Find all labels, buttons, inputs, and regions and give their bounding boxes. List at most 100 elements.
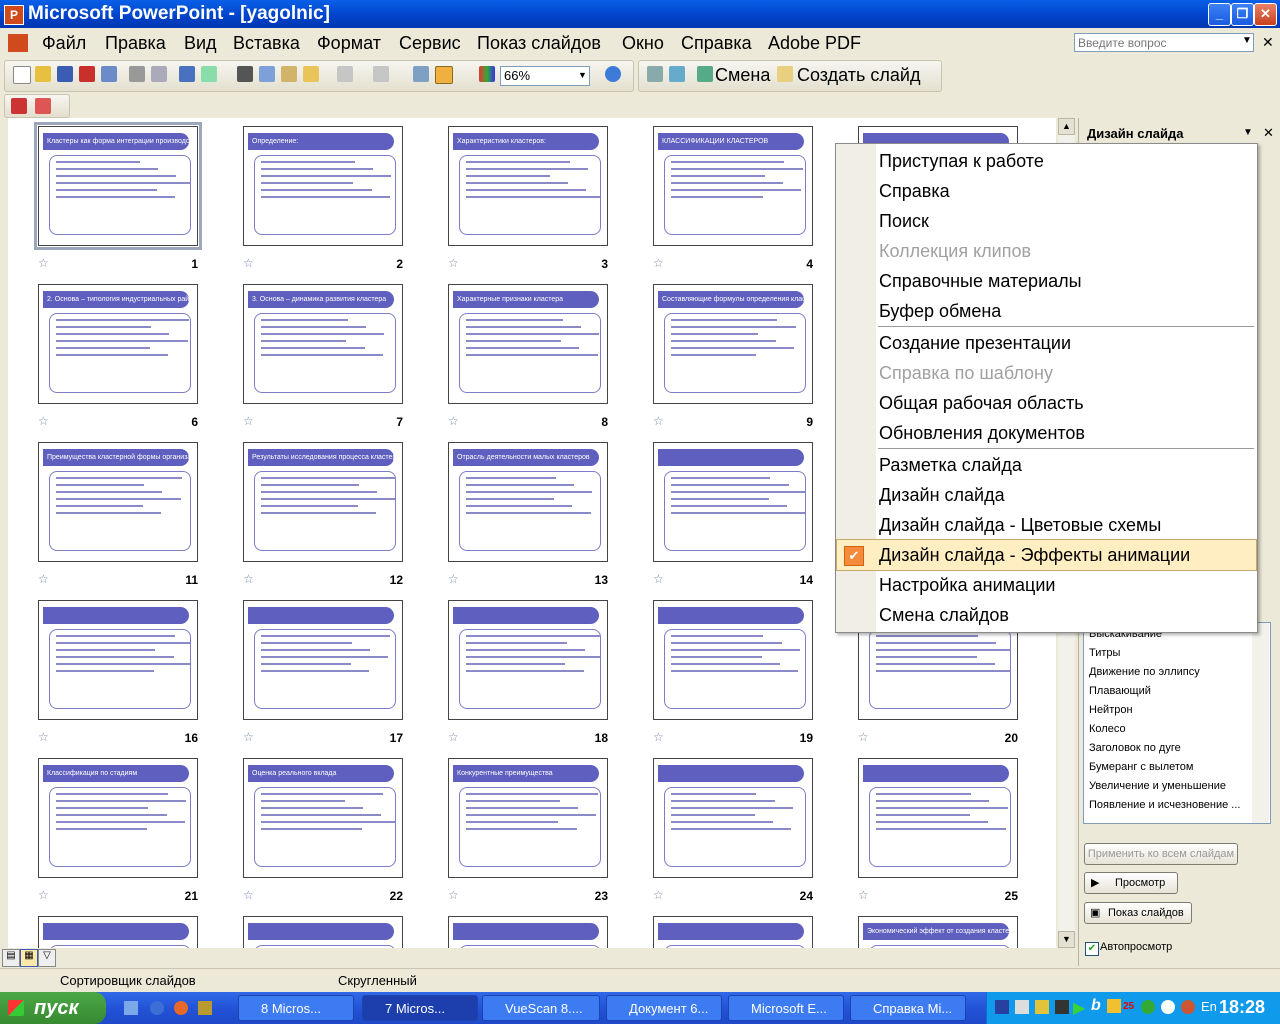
slide-transition-icon[interactable]: ☆: [653, 572, 664, 586]
effect-item[interactable]: Движение по эллипсу: [1089, 666, 1200, 678]
menu-format[interactable]: Формат: [317, 33, 381, 54]
slide-thumbnail[interactable]: Отрасль деятельности малых кластеров: [448, 442, 608, 562]
menu-item-11[interactable]: Разметка слайда: [837, 450, 1256, 480]
effect-item[interactable]: Появление и исчезновение ...: [1089, 799, 1240, 811]
ask-question-input[interactable]: Введите вопрос: [1074, 33, 1254, 52]
slide-thumbnail[interactable]: [243, 916, 403, 948]
menu-item-12[interactable]: Дизайн слайда: [837, 480, 1256, 510]
effect-item[interactable]: Увеличение и уменьшение: [1089, 780, 1226, 792]
scroll-up-button[interactable]: ▲: [1058, 118, 1075, 135]
menu-item-1[interactable]: Приступая к работе: [837, 146, 1256, 176]
redo-icon[interactable]: [373, 66, 389, 82]
menu-slideshow[interactable]: Показ слайдов: [477, 33, 601, 54]
antivirus-icon[interactable]: [1181, 1000, 1195, 1014]
research-icon[interactable]: [201, 66, 217, 82]
task-excel[interactable]: Microsoft E...: [728, 995, 844, 1021]
task-document[interactable]: Документ 6...: [606, 995, 722, 1021]
document-icon[interactable]: [8, 34, 28, 52]
task-vuescan[interactable]: VueScan 8....: [482, 995, 600, 1021]
slide-thumbnail[interactable]: Преимущества кластерной формы организаци…: [38, 442, 198, 562]
menu-insert[interactable]: Вставка: [233, 33, 300, 54]
hide-slide-icon[interactable]: [647, 66, 663, 82]
slide-thumbnail[interactable]: [38, 600, 198, 720]
slide-transition-icon[interactable]: ☆: [38, 730, 49, 744]
slide-thumbnail[interactable]: [38, 916, 198, 948]
slide-transition-icon[interactable]: ☆: [448, 414, 459, 428]
slide-transition-icon[interactable]: ☆: [653, 730, 664, 744]
show-formatting-icon[interactable]: [435, 66, 453, 84]
slide-transition-icon[interactable]: ☆: [38, 256, 49, 270]
security-icon[interactable]: [1107, 999, 1121, 1013]
effect-item[interactable]: Бумеранг с вылетом: [1089, 761, 1193, 773]
menu-item-3[interactable]: Поиск: [837, 206, 1256, 236]
menu-item-7[interactable]: Создание презентации: [837, 328, 1256, 358]
effect-item[interactable]: Заголовок по дуге: [1089, 742, 1181, 754]
slide-thumbnail[interactable]: [653, 758, 813, 878]
slide-thumbnail[interactable]: Кластеры как форма интеграции производст…: [34, 122, 202, 250]
minimize-button[interactable]: _: [1208, 3, 1231, 26]
slide-thumbnail[interactable]: 2. Основа – типология индустриальных рай…: [38, 284, 198, 404]
slide-thumbnail[interactable]: [448, 600, 608, 720]
slide-thumbnail[interactable]: Характерные признаки кластера: [448, 284, 608, 404]
task-powerpoint[interactable]: 7 Micros...: [362, 995, 478, 1021]
email-icon[interactable]: [101, 66, 117, 82]
slide-thumbnail[interactable]: [448, 916, 608, 948]
slide-transition-icon[interactable]: ☆: [243, 414, 254, 428]
slide-thumbnail[interactable]: [243, 600, 403, 720]
transition-icon[interactable]: [697, 66, 713, 82]
new-slide-button[interactable]: Создать слайд: [797, 65, 920, 86]
slide-thumbnail[interactable]: [653, 600, 813, 720]
close-pane-icon[interactable]: ✕: [1263, 125, 1274, 141]
sorter-view-icon[interactable]: ▦: [20, 949, 38, 967]
powerpoint-app-icon[interactable]: P: [4, 5, 24, 25]
animation-effects-list[interactable]: Выскакивание Титры Движение по эллипсу П…: [1083, 622, 1271, 824]
slide-transition-icon[interactable]: ☆: [448, 256, 459, 270]
firefox-icon[interactable]: [174, 1001, 188, 1015]
slideshow-view-icon[interactable]: ▽: [38, 949, 56, 967]
menu-adobe-pdf[interactable]: Adobe PDF: [768, 33, 861, 54]
menu-item-5[interactable]: Справочные материалы: [837, 266, 1256, 296]
color-grayscale-icon[interactable]: [479, 66, 495, 82]
menu-item-14[interactable]: ✔ Дизайн слайда - Эффекты анимации: [836, 539, 1257, 571]
slide-thumbnail[interactable]: Классификация по стадиям: [38, 758, 198, 878]
transition-button[interactable]: Смена: [715, 65, 770, 86]
task-word[interactable]: 8 Micros...: [238, 995, 354, 1021]
effects-scrollbar[interactable]: [1252, 623, 1269, 823]
slide-thumbnail[interactable]: [653, 916, 813, 948]
language-indicator[interactable]: En: [1201, 999, 1217, 1014]
slide-transition-icon[interactable]: ☆: [38, 888, 49, 902]
expand-all-icon[interactable]: [413, 66, 429, 82]
slide-transition-icon[interactable]: ☆: [448, 730, 459, 744]
print-icon[interactable]: [129, 66, 145, 82]
close-document-icon[interactable]: ✕: [1262, 34, 1274, 51]
menu-help[interactable]: Справка: [681, 33, 752, 54]
slide-thumbnail[interactable]: Определение:: [243, 126, 403, 246]
slide-thumbnail[interactable]: Оценка реального вклада: [243, 758, 403, 878]
b-icon[interactable]: b: [1091, 997, 1101, 1015]
slide-thumbnail[interactable]: Экономический эффект от создания кластер…: [858, 916, 1018, 948]
chevron-down-icon[interactable]: ▼: [1242, 35, 1252, 46]
open-folder-icon[interactable]: [35, 66, 51, 82]
menu-item-13[interactable]: Дизайн слайда - Цветовые схемы: [837, 510, 1256, 540]
pdf-convert-icon[interactable]: [11, 98, 27, 114]
normal-view-icon[interactable]: ▤: [2, 949, 20, 967]
permission-icon[interactable]: [79, 66, 95, 82]
play-icon[interactable]: ▶: [1073, 998, 1085, 1018]
network-icon[interactable]: [1035, 1000, 1049, 1014]
slide-transition-icon[interactable]: ☆: [653, 256, 664, 270]
slide-transition-icon[interactable]: ☆: [448, 888, 459, 902]
effect-item[interactable]: Колесо: [1089, 723, 1126, 735]
slide-transition-icon[interactable]: ☆: [38, 414, 49, 428]
slide-transition-icon[interactable]: ☆: [243, 888, 254, 902]
scroll-down-button[interactable]: ▼: [1058, 931, 1075, 948]
help-icon[interactable]: [605, 66, 621, 82]
slide-transition-icon[interactable]: ☆: [243, 730, 254, 744]
slide-thumbnail[interactable]: КЛАССИФИКАЦИИ КЛАСТЕРОВ: [653, 126, 813, 246]
autopreview-checkbox[interactable]: ✔: [1085, 942, 1099, 956]
update-icon[interactable]: [1141, 1000, 1155, 1014]
spelling-icon[interactable]: [179, 66, 195, 82]
menu-item-9[interactable]: Общая рабочая область: [837, 388, 1256, 418]
slide-thumbnail[interactable]: Составляющие формулы определения кластер…: [653, 284, 813, 404]
menu-view[interactable]: Вид: [184, 33, 217, 54]
copy-icon[interactable]: [259, 66, 275, 82]
